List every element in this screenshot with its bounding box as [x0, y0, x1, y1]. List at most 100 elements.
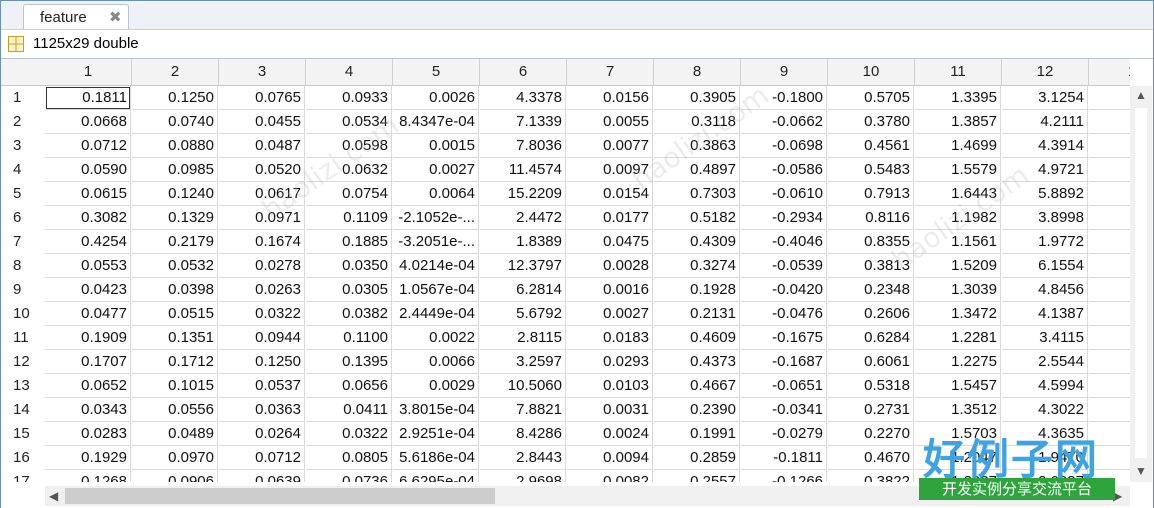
table-cell[interactable]: 7.8821 [480, 398, 566, 422]
column-header[interactable]: 11 [915, 59, 1002, 85]
scroll-down-icon[interactable]: ▼ [1135, 464, 1147, 478]
table-cell[interactable]: -0.0586 [741, 158, 827, 182]
row-header[interactable]: 5 [1, 182, 45, 206]
table-cell[interactable]: 3 [1089, 470, 1130, 482]
table-cell[interactable]: -0.1266 [741, 470, 827, 482]
table-cell[interactable]: 0.3118 [654, 110, 740, 134]
table-cell[interactable]: 0.1707 [45, 350, 131, 374]
row-header[interactable]: 9 [1, 278, 45, 302]
table-cell[interactable]: 0.2606 [828, 302, 914, 326]
table-cell[interactable]: 1.4699 [915, 134, 1001, 158]
table-cell[interactable]: 0.3274 [654, 254, 740, 278]
table-cell[interactable]: 2.4449e-04 [393, 302, 479, 326]
table-cell[interactable]: 0.2270 [828, 422, 914, 446]
column-header[interactable]: 6 [480, 59, 567, 85]
table-cell[interactable]: 0.1268 [45, 470, 131, 482]
table-cell[interactable]: 0.0765 [219, 86, 305, 110]
table-cell[interactable]: 1.8389 [480, 230, 566, 254]
table-cell[interactable]: 15.2209 [480, 182, 566, 206]
table-cell[interactable]: 4.2111 [1002, 110, 1088, 134]
close-icon[interactable]: ✖ [109, 8, 122, 26]
table-cell[interactable]: 0.1811 [45, 86, 131, 110]
table-cell[interactable]: 5 [1089, 302, 1130, 326]
table-cell[interactable]: 0.0520 [219, 158, 305, 182]
table-cell[interactable]: 0.1395 [306, 350, 392, 374]
table-cell[interactable]: 0.0944 [219, 326, 305, 350]
table-cell[interactable]: 0.0805 [306, 446, 392, 470]
table-cell[interactable]: 0.0103 [567, 374, 653, 398]
table-cell[interactable]: 4 [1089, 326, 1130, 350]
table-cell[interactable]: 5.6792 [480, 302, 566, 326]
table-cell[interactable]: 0.0553 [45, 254, 131, 278]
table-cell[interactable]: 0.0487 [219, 134, 305, 158]
table-cell[interactable]: 0.0382 [306, 302, 392, 326]
table-cell[interactable]: 6 [1089, 134, 1130, 158]
table-cell[interactable]: -0.0662 [741, 110, 827, 134]
table-cell[interactable]: 4.3022 [1002, 398, 1088, 422]
table-cell[interactable]: 0.0322 [306, 422, 392, 446]
table-cell[interactable]: 0.0712 [45, 134, 131, 158]
table-cell[interactable]: 0.1109 [306, 206, 392, 230]
scroll-up-icon[interactable]: ▲ [1135, 88, 1147, 102]
table-cell[interactable]: 0.6061 [828, 350, 914, 374]
table-cell[interactable]: 0.0652 [45, 374, 131, 398]
row-header[interactable]: 7 [1, 230, 45, 254]
table-corner[interactable] [1, 59, 46, 86]
table-cell[interactable]: 12.3797 [480, 254, 566, 278]
table-cell[interactable]: 1.2275 [915, 350, 1001, 374]
column-header[interactable]: 8 [654, 59, 741, 85]
table-cell[interactable]: 0.0534 [306, 110, 392, 134]
table-cell[interactable]: 0.0263 [219, 278, 305, 302]
table-cell[interactable]: 0.0022 [393, 326, 479, 350]
column-header[interactable]: 9 [741, 59, 828, 85]
table-cell[interactable]: 4.8456 [1002, 278, 1088, 302]
table-cell[interactable]: 0.0556 [132, 398, 218, 422]
table-cell[interactable]: 1.3857 [915, 110, 1001, 134]
table-cell[interactable]: 0.0066 [393, 350, 479, 374]
table-cell[interactable]: 0.0029 [393, 374, 479, 398]
table-cell[interactable]: 4.9721 [1002, 158, 1088, 182]
table-cell[interactable]: 0.1250 [219, 350, 305, 374]
table-cell[interactable]: 0.0971 [219, 206, 305, 230]
row-header[interactable]: 13 [1, 374, 45, 398]
table-cell[interactable]: 2.8443 [480, 446, 566, 470]
table-cell[interactable]: 2 [1089, 230, 1130, 254]
table-cell[interactable]: 4.1387 [1002, 302, 1088, 326]
table-cell[interactable]: -0.1811 [741, 446, 827, 470]
table-cell[interactable]: 0.0293 [567, 350, 653, 374]
row-header[interactable]: 1 [1, 86, 45, 110]
table-cell[interactable]: 1.3039 [915, 278, 1001, 302]
table-cell[interactable]: 4.3378 [480, 86, 566, 110]
table-cell[interactable]: 0.4670 [828, 446, 914, 470]
table-cell[interactable]: 0.1712 [132, 350, 218, 374]
table-cell[interactable]: 0.4561 [828, 134, 914, 158]
table-cell[interactable]: 1.1561 [915, 230, 1001, 254]
column-header[interactable]: 4 [306, 59, 393, 85]
table-cell[interactable]: 4.3635 [1002, 422, 1088, 446]
table-cell[interactable]: -0.0610 [741, 182, 827, 206]
table-cell[interactable]: 1.3395 [915, 86, 1001, 110]
table-cell[interactable]: 2.4472 [480, 206, 566, 230]
table-cell[interactable]: 0.0177 [567, 206, 653, 230]
table-cell[interactable]: 0.4609 [654, 326, 740, 350]
row-header[interactable]: 3 [1, 134, 45, 158]
table-cell[interactable]: 8.4347e-04 [393, 110, 479, 134]
table-cell[interactable]: 0.4373 [654, 350, 740, 374]
table-cell[interactable]: 1.9772 [1002, 230, 1088, 254]
table-cell[interactable]: 0.6284 [828, 326, 914, 350]
row-header[interactable]: 4 [1, 158, 45, 182]
table-cell[interactable]: 0.0906 [132, 470, 218, 482]
table-cell[interactable]: 0.2557 [654, 470, 740, 482]
table-cell[interactable]: 0.0027 [567, 302, 653, 326]
table-cell[interactable]: 7 [1089, 374, 1130, 398]
table-cell[interactable]: 0.2731 [828, 398, 914, 422]
table-cell[interactable]: -3.2051e-... [393, 230, 479, 254]
table-cell[interactable]: 0.0154 [567, 182, 653, 206]
table-cell[interactable]: 0.0024 [567, 422, 653, 446]
table-cell[interactable]: -0.0698 [741, 134, 827, 158]
table-cell[interactable]: 3.1254 [1002, 86, 1088, 110]
row-header[interactable]: 11 [1, 326, 45, 350]
table-cell[interactable]: 0.1240 [132, 182, 218, 206]
table-cell[interactable]: 0.1674 [219, 230, 305, 254]
table-cell[interactable]: -0.1675 [741, 326, 827, 350]
